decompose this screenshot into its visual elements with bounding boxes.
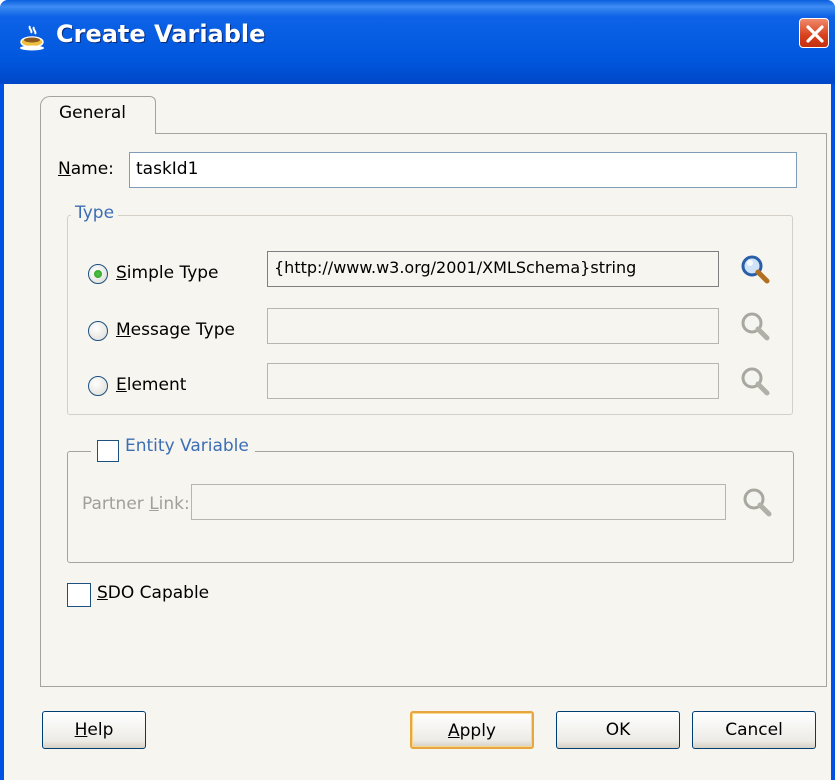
name-field[interactable]: taskId1 — [129, 152, 797, 188]
name-label: Name: — [58, 159, 114, 179]
partner-link-label: Partner Link: — [82, 494, 190, 514]
ok-button[interactable]: OK — [556, 711, 680, 749]
element-field[interactable] — [267, 363, 719, 399]
entity-variable-checkbox[interactable] — [97, 440, 119, 462]
title-bar[interactable]: Create Variable — [0, 0, 835, 84]
general-panel: Name: taskId1 Type Simple Type {http://w… — [40, 133, 827, 687]
close-icon — [806, 25, 824, 43]
tab-general[interactable]: General — [40, 96, 156, 134]
partner-link-field[interactable] — [191, 484, 726, 520]
sdo-capable-label: SDO Capable — [97, 583, 210, 603]
element-label: Element — [116, 375, 187, 395]
create-variable-dialog: Create Variable General Name: taskId1 Ty… — [0, 0, 835, 780]
simple-type-radio[interactable] — [88, 264, 108, 284]
dialog-title: Create Variable — [56, 20, 266, 48]
magnifier-icon[interactable] — [739, 365, 771, 397]
cancel-button[interactable]: Cancel — [692, 711, 816, 749]
magnifier-icon[interactable] — [741, 486, 773, 518]
coffee-cup-icon — [20, 25, 44, 51]
tab-general-label: General — [59, 103, 126, 123]
entity-variable-label: Entity Variable — [125, 436, 249, 456]
magnifier-icon[interactable] — [739, 253, 771, 285]
message-type-label: Message Type — [116, 320, 235, 340]
type-group-title: Type — [71, 203, 119, 223]
dialog-body: General Name: taskId1 Type Simple Type {… — [4, 84, 831, 780]
apply-button[interactable]: Apply — [410, 711, 534, 749]
sdo-capable-checkbox[interactable] — [67, 583, 91, 607]
message-type-field[interactable] — [267, 308, 719, 344]
simple-type-label: Simple Type — [116, 263, 219, 283]
help-button[interactable]: Help — [42, 711, 146, 749]
simple-type-field[interactable]: {http://www.w3.org/2001/XMLSchema}string — [267, 251, 719, 287]
message-type-radio[interactable] — [88, 321, 108, 341]
close-button[interactable] — [799, 18, 829, 48]
magnifier-icon[interactable] — [739, 310, 771, 342]
element-radio[interactable] — [88, 376, 108, 396]
